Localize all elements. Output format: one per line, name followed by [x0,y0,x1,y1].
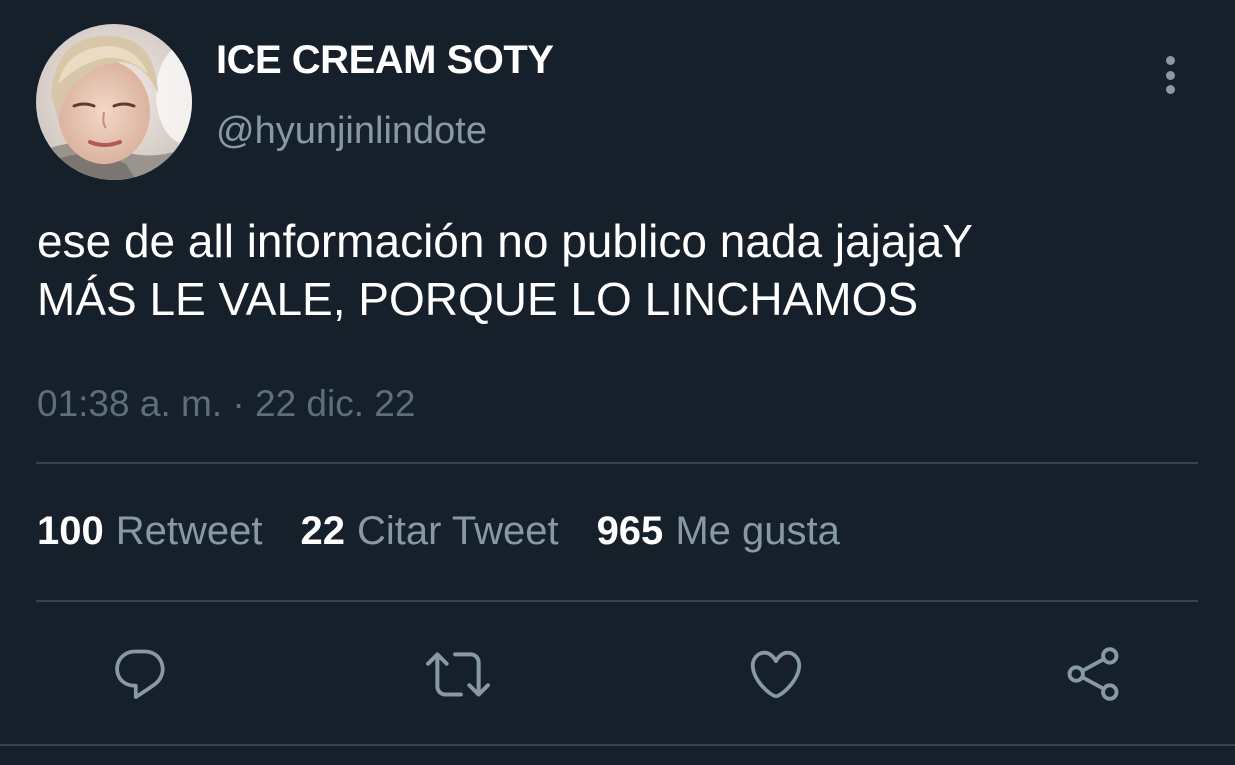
avatar[interactable] [36,24,192,180]
more-dot [1165,70,1175,80]
divider [36,600,1198,602]
share-button[interactable] [1061,642,1125,706]
quotes-count: 22 [300,509,346,553]
tweet-text-line: ese de all información no publico nada j… [37,215,973,267]
more-dot [1165,85,1175,94]
more-dot [1165,56,1175,65]
retweets-label: Retweet [115,509,263,553]
tweet-text: ese de all información no publico nada j… [37,212,1207,328]
likes-label: Me gusta [675,509,840,553]
comment-icon [115,649,165,699]
user-handle[interactable]: @hyunjinlindote [216,110,487,153]
tweet-stats: 100 Retweet 22 Citar Tweet 965 Me gusta [37,509,878,554]
display-name[interactable]: ICE CREAM SOTY [216,38,554,83]
tweet-text-line: MÁS LE VALE, PORQUE LO LINCHAMOS [37,273,919,325]
tweet-detail: ICE CREAM SOTY @hyunjinlindote ese de al… [0,0,1235,765]
retweet-button[interactable] [426,642,490,706]
like-button[interactable] [744,642,808,706]
retweets-count: 100 [37,509,104,553]
quotes-label: Citar Tweet [357,509,559,553]
reply-button[interactable] [108,642,172,706]
divider [0,744,1235,746]
retweet-icon [426,652,490,697]
tweet-timestamp[interactable]: 01:38 a. m. · 22 dic. 22 [37,383,415,425]
likes-stat[interactable]: 965 Me gusta [597,509,840,554]
heart-icon [750,650,802,699]
divider [36,462,1198,464]
share-icon [1067,647,1119,701]
likes-count: 965 [596,509,664,553]
avatar-image [36,24,192,180]
quotes-stat[interactable]: 22 Citar Tweet [301,509,559,554]
more-options-icon[interactable] [1150,50,1190,100]
retweets-stat[interactable]: 100 Retweet [37,509,263,554]
